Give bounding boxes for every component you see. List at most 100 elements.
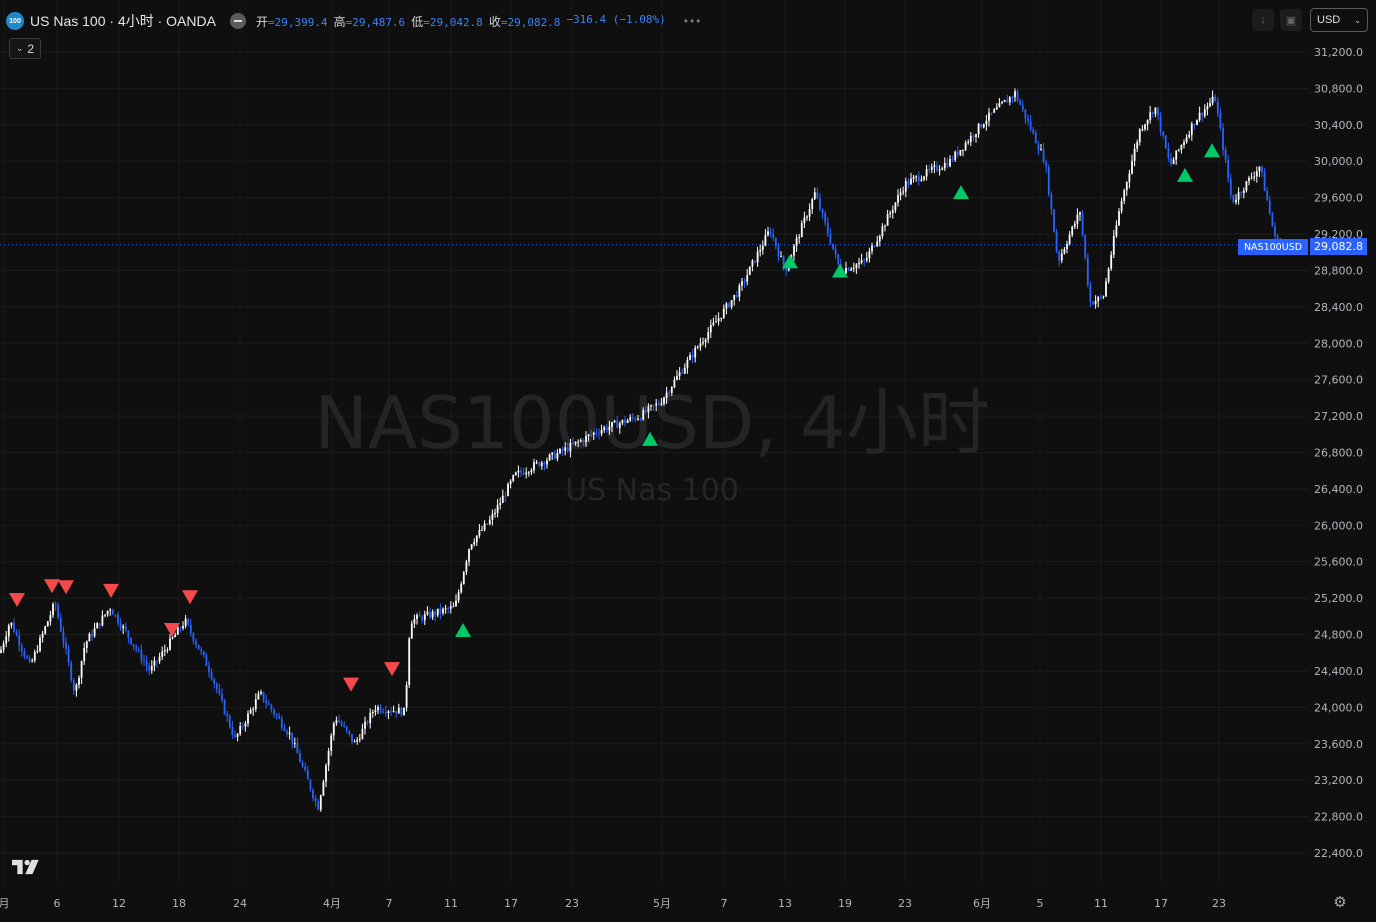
candle-body: [637, 418, 639, 420]
symbol-title[interactable]: US Nas 100 · 4小时 · OANDA: [30, 11, 216, 31]
candle-body: [1068, 234, 1071, 245]
candle-body: [793, 245, 795, 256]
candle-body: [949, 159, 951, 167]
candle-body: [1242, 190, 1245, 194]
candle-body: [1258, 166, 1261, 172]
candle-body: [39, 637, 41, 651]
candle-body: [496, 504, 499, 513]
time-tick-label: 4月: [323, 897, 341, 910]
candle-body: [452, 606, 455, 608]
candle-body: [46, 621, 49, 627]
candle-body: [1177, 149, 1180, 151]
candle-body: [5, 636, 8, 644]
candle-body: [899, 192, 902, 196]
candle-body: [218, 689, 221, 694]
tradingview-logo-icon[interactable]: [12, 858, 44, 876]
candle-body: [1138, 129, 1141, 143]
download-icon[interactable]: ↓: [1252, 9, 1274, 31]
candle-body: [925, 169, 928, 177]
candle-body: [904, 181, 907, 192]
candle-body: [930, 166, 933, 170]
candle-body: [590, 434, 593, 436]
price-tick-label: 30,000.0: [1314, 155, 1363, 168]
candle-body: [1076, 214, 1079, 224]
currency-select[interactable]: USD ⌄: [1310, 8, 1368, 32]
time-tick-label: 12: [112, 897, 126, 910]
symbol-logo[interactable]: 100: [6, 12, 24, 30]
candle-body: [31, 660, 34, 662]
candle-body: [1112, 235, 1115, 255]
candle-body: [1162, 131, 1165, 136]
candle-body: [777, 246, 780, 257]
candle-body: [49, 615, 52, 622]
candle-body: [504, 495, 507, 497]
candle-body: [647, 406, 650, 413]
more-dots-icon[interactable]: •••: [684, 14, 703, 28]
candle-body: [774, 237, 777, 247]
candle-body: [1248, 177, 1250, 182]
candle-body: [1055, 232, 1058, 252]
candle-body: [1042, 149, 1045, 162]
candle-body: [1170, 157, 1172, 165]
candle-body: [377, 707, 379, 711]
candle-body: [572, 443, 574, 445]
candle-body: [304, 766, 307, 771]
candle-body: [800, 223, 803, 238]
price-chart[interactable]: NAS100USD, 4小时 US Nas 100 31,200.0 30,800…: [0, 0, 1376, 917]
candle-body: [847, 268, 850, 271]
candle-body: [837, 254, 840, 265]
candle-body: [741, 281, 743, 286]
candle-body: [855, 264, 858, 268]
candle-body: [449, 606, 452, 609]
candle-body: [80, 661, 83, 678]
candle-body: [967, 142, 970, 144]
candle-body: [1079, 212, 1081, 215]
candle-body: [358, 738, 361, 740]
time-tick-label: 13: [778, 897, 792, 910]
candle-body: [166, 649, 169, 651]
candle-body: [296, 743, 299, 754]
time-axis: 月 6 12 18 24 4月 7 11 17 23 5月 7 13 19 23 6月 5 11 17 23: [0, 897, 1226, 910]
candle-body: [1167, 148, 1170, 158]
candle-body: [530, 470, 533, 473]
sell-signal-icon: [44, 579, 60, 594]
candle-body: [1006, 100, 1009, 103]
candle-body: [1154, 107, 1157, 114]
time-tick-label: 23: [1212, 897, 1226, 910]
candle-body: [1128, 173, 1131, 183]
candle-body: [863, 259, 866, 261]
indicators-collapse-button[interactable]: ⌄ 2: [9, 38, 41, 59]
ohlc-open: 开=29,399.4: [255, 14, 328, 29]
candle-body: [330, 735, 333, 752]
candle-body: [707, 332, 710, 340]
candle-body: [228, 716, 231, 727]
candle-body: [205, 655, 208, 667]
chevron-down-icon: ⌄: [1354, 15, 1361, 25]
time-tick-label: 24: [233, 897, 247, 910]
sell-signal-icon: [343, 677, 359, 692]
candle-body: [65, 642, 67, 649]
candle-body: [709, 324, 712, 333]
candle-body: [111, 609, 114, 615]
buy-signal-icon: [455, 622, 471, 637]
candle-body: [306, 770, 309, 780]
candle-body: [1271, 213, 1274, 227]
candle-body: [897, 195, 899, 203]
candle-body: [642, 410, 645, 420]
candle-body: [566, 447, 569, 452]
candle-body: [988, 112, 990, 121]
candle-body: [392, 711, 395, 713]
candle-body: [312, 789, 314, 799]
candle-body: [93, 628, 96, 637]
screen-icon[interactable]: ▣: [1280, 9, 1302, 31]
candle-body: [262, 691, 265, 701]
candle-body: [288, 732, 291, 734]
settings-gear-icon[interactable]: ⚙: [1331, 893, 1349, 911]
candle-body: [881, 226, 884, 236]
hide-legend-icon[interactable]: [229, 13, 246, 29]
price-tick-label: 27,600.0: [1314, 374, 1363, 387]
time-tick-label: 7: [386, 897, 393, 910]
candle-body: [1034, 132, 1037, 144]
candle-body: [1050, 194, 1053, 210]
chart-area[interactable]: NAS100USD, 4小时 US Nas 100 31,200.0 30,800…: [0, 0, 1376, 917]
